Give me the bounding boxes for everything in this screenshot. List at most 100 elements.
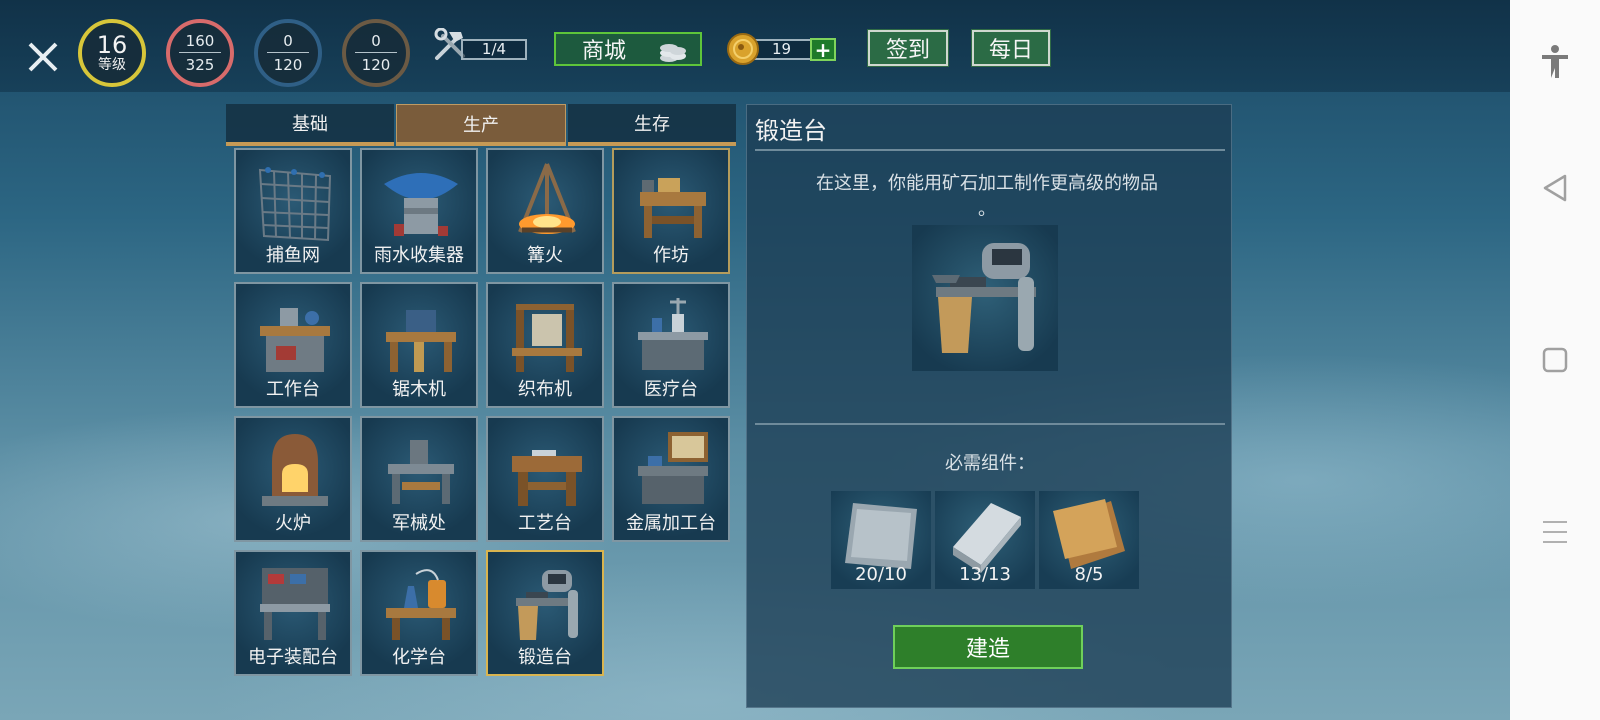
food-current: 0 <box>371 32 381 50</box>
item-name: 化学台 <box>392 647 446 668</box>
armory-icon <box>388 440 454 504</box>
plus-icon: + <box>814 37 832 62</box>
forge-icon <box>516 570 578 640</box>
daily-button[interactable]: 每日 <box>971 29 1051 67</box>
item-medical-table[interactable]: 医疗台 <box>612 282 730 408</box>
item-name: 工艺台 <box>518 513 572 534</box>
shop-button[interactable]: 商城 <box>554 32 702 66</box>
add-coins-button[interactable]: + <box>810 38 836 61</box>
item-preview <box>912 225 1058 371</box>
item-name: 火炉 <box>275 513 311 534</box>
rain-collector-icon <box>384 173 458 236</box>
tab-label: 基础 <box>292 114 328 135</box>
tab-production[interactable]: 生产 <box>396 104 566 146</box>
material-slot[interactable]: 20/10 <box>831 491 931 589</box>
checkin-label: 签到 <box>885 38 930 63</box>
item-workshop[interactable]: 作坊 <box>612 148 730 274</box>
item-name: 织布机 <box>518 379 572 400</box>
item-name: 军械处 <box>392 513 446 534</box>
close-button[interactable] <box>22 36 64 78</box>
item-name: 锯木机 <box>392 379 446 400</box>
item-armory[interactable]: 军械处 <box>360 416 478 542</box>
item-name: 雨水收集器 <box>374 245 464 266</box>
item-loom[interactable]: 织布机 <box>486 282 604 408</box>
building-grid: 捕鱼网 雨水收集器 篝火 作坊 工作台 锯木机 织布机 医疗台 火炉 军械处 工… <box>234 148 732 680</box>
description-text: 在这里，你能用矿石加工制作更高级的物品 <box>816 173 1158 194</box>
description-tail: 。 <box>978 199 996 220</box>
top-bar: 16 等级 160 325 0 120 0 120 1/4 商城 19 + 签到… <box>0 0 1510 92</box>
tab-basic[interactable]: 基础 <box>226 104 394 146</box>
item-workbench[interactable]: 工作台 <box>234 282 352 408</box>
level-value: 16 <box>96 31 128 59</box>
item-metalworking-table[interactable]: 金属加工台 <box>612 416 730 542</box>
food-max: 120 <box>361 56 391 74</box>
system-nav-bar <box>1510 0 1600 720</box>
shop-label: 商城 <box>582 39 627 64</box>
sawmill-icon <box>386 310 456 372</box>
health-current: 160 <box>185 32 215 50</box>
tools-counter[interactable]: 1/4 <box>433 28 535 62</box>
checkin-button[interactable]: 签到 <box>867 29 949 67</box>
item-campfire[interactable]: 篝火 <box>486 148 604 274</box>
material-slot[interactable]: 8/5 <box>1039 491 1139 589</box>
item-sawmill[interactable]: 锯木机 <box>360 282 478 408</box>
water-stat[interactable]: 0 120 <box>254 19 322 87</box>
workshop-icon <box>640 178 706 238</box>
category-tabs: 基础 生产 生存 <box>226 104 736 146</box>
build-button[interactable]: 建造 <box>893 625 1083 669</box>
item-name: 捕鱼网 <box>266 245 320 266</box>
item-name: 金属加工台 <box>626 513 716 534</box>
home-icon[interactable] <box>1537 342 1573 378</box>
build-label: 建造 <box>965 637 1010 662</box>
water-current: 0 <box>283 32 293 50</box>
item-electronics-bench[interactable]: 电子装配台 <box>234 550 352 676</box>
required-components-label: 必需组件： <box>945 453 1035 474</box>
menu-icon[interactable] <box>1537 514 1573 550</box>
accessibility-icon[interactable] <box>1537 44 1573 80</box>
chemistry-table-icon <box>386 569 456 640</box>
material-count: 8/5 <box>1074 564 1104 585</box>
item-crafting-table[interactable]: 工艺台 <box>486 416 604 542</box>
coin-stack-icon <box>660 44 686 62</box>
level-badge[interactable]: 16 等级 <box>78 19 146 87</box>
crafting-table-icon <box>512 450 582 506</box>
item-furnace[interactable]: 火炉 <box>234 416 352 542</box>
item-rain-collector[interactable]: 雨水收集器 <box>360 148 478 274</box>
medical-table-icon <box>638 298 708 370</box>
material-slot[interactable]: 13/13 <box>935 491 1035 589</box>
fishing-net-icon <box>258 167 332 242</box>
furnace-icon <box>262 434 328 506</box>
stat-divider <box>267 52 309 53</box>
item-forge[interactable]: 锻造台 <box>486 550 604 676</box>
item-name: 篝火 <box>527 245 563 266</box>
game-screen: 16 等级 160 325 0 120 0 120 1/4 商城 19 + 签到… <box>0 0 1510 720</box>
material-count: 20/10 <box>855 564 907 585</box>
item-name: 医疗台 <box>644 379 698 400</box>
divider <box>755 423 1225 425</box>
divider <box>755 149 1225 151</box>
campfire-icon <box>518 163 576 234</box>
level-label: 等级 <box>98 57 126 73</box>
close-icon <box>28 42 58 72</box>
stat-divider <box>179 52 221 53</box>
health-stat[interactable]: 160 325 <box>166 19 234 87</box>
detail-panel: 锻造台 在这里，你能用矿石加工制作更高级的物品 。 必需组件： 20/10 13… <box>746 104 1232 708</box>
tab-survival[interactable]: 生存 <box>568 104 736 146</box>
back-icon[interactable] <box>1537 170 1573 206</box>
metalworking-table-icon <box>638 432 708 504</box>
item-name: 锻造台 <box>518 647 572 668</box>
material-count: 13/13 <box>959 564 1011 585</box>
tab-label: 生存 <box>634 114 670 135</box>
gold-coin-icon <box>727 33 759 65</box>
item-fishing-net[interactable]: 捕鱼网 <box>234 148 352 274</box>
daily-label: 每日 <box>988 38 1033 63</box>
electronics-bench-icon <box>260 568 330 640</box>
food-stat[interactable]: 0 120 <box>342 19 410 87</box>
tools-count: 1/4 <box>461 39 527 60</box>
workbench-icon <box>260 308 330 372</box>
tab-label: 生产 <box>463 114 499 136</box>
detail-description: 在这里，你能用矿石加工制作更高级的物品 。 <box>777 171 1197 223</box>
water-max: 120 <box>273 56 303 74</box>
item-chemistry-table[interactable]: 化学台 <box>360 550 478 676</box>
stat-divider <box>355 52 397 53</box>
